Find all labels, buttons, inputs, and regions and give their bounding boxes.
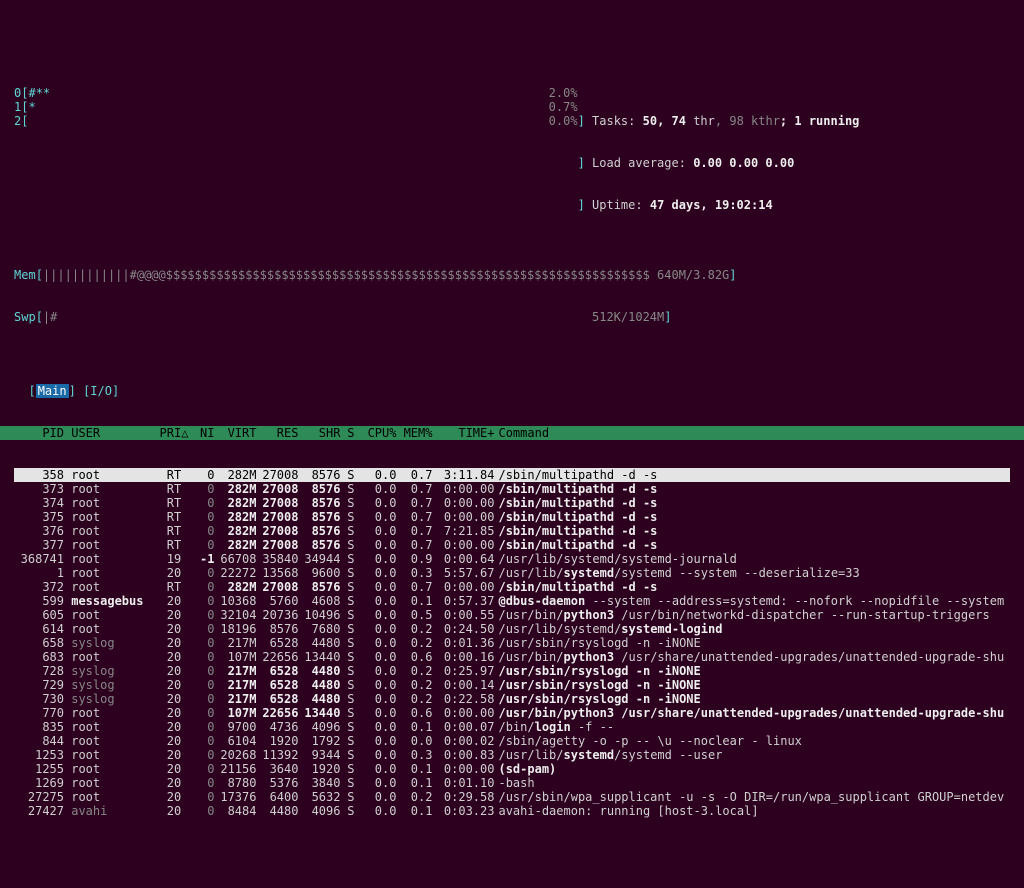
process-row[interactable]: 376 rootRT 0282M270088576S0.00.77:21.85/… xyxy=(14,524,1010,538)
mem-bar: Mem[||||||||||||#@@@@$$$$$$$$$$$$$$$$$$$… xyxy=(14,268,1010,282)
col-cpu[interactable]: CPU% xyxy=(354,426,396,440)
process-row[interactable]: 372 rootRT 0282M270088576S0.00.70:00.00/… xyxy=(14,580,1010,594)
process-row[interactable]: 1253 root20 020268113929344S0.00.30:00.8… xyxy=(14,748,1010,762)
process-row[interactable]: 728 syslog20 0217M65284480S0.00.20:25.97… xyxy=(14,664,1010,678)
process-row[interactable]: 373 rootRT 0282M270088576S0.00.70:00.00/… xyxy=(14,482,1010,496)
tasks-kthr: , 98 kthr xyxy=(715,114,780,128)
load-values: 0.00 0.00 0.00 xyxy=(693,156,794,170)
col-pri[interactable]: PRI xyxy=(151,426,181,440)
process-row[interactable]: 1 root20 022272135689600S0.00.35:57.67/u… xyxy=(14,566,1010,580)
uptime-label: Uptime: xyxy=(592,198,643,212)
process-row[interactable]: 658 syslog20 0217M65284480S0.00.20:01.36… xyxy=(14,636,1010,650)
col-mem[interactable]: MEM% xyxy=(396,426,432,440)
process-row[interactable]: 844 root20 0610419201792S0.00.00:00.02/s… xyxy=(14,734,1010,748)
load-label: Load average: xyxy=(592,156,686,170)
process-row[interactable]: 27275 root20 01737664005632S0.00.20:29.5… xyxy=(14,790,1010,804)
process-row[interactable]: 358 rootRT 0282M270088576S0.00.73:11.84/… xyxy=(14,468,1010,482)
process-row[interactable]: 27427 avahi20 0848444804096S0.00.10:03.2… xyxy=(14,804,1010,818)
sort-arrow-icon: △ xyxy=(181,426,188,440)
tasks-thr: 74 xyxy=(672,114,686,128)
header: 0[#** 2.0%1[* 0.7%2[ xyxy=(0,56,1024,338)
col-shr[interactable]: SHR xyxy=(298,426,340,440)
mem-text: 640M/3.82G xyxy=(657,268,729,282)
col-res[interactable]: RES xyxy=(256,426,298,440)
process-row[interactable]: 1269 root20 0878053763840S0.00.10:01.10-… xyxy=(14,776,1010,790)
process-row[interactable]: 375 rootRT 0282M270088576S0.00.70:00.00/… xyxy=(14,510,1010,524)
tab-io[interactable]: I/O xyxy=(90,384,112,398)
tasks-running: ; 1 running xyxy=(780,114,859,128)
process-row[interactable]: 730 syslog20 0217M65284480S0.00.20:22.58… xyxy=(14,692,1010,706)
column-headers[interactable]: PID USERPRI△NIVIRTRESSHRSCPU%MEM%TIME+Co… xyxy=(0,426,1024,440)
cpu-bar-2: 2[ 0.0% xyxy=(14,114,578,128)
process-row[interactable]: 729 syslog20 0217M65284480S0.00.20:00.14… xyxy=(14,678,1010,692)
process-row[interactable]: 683 root20 0107M2265613440S0.00.60:00.16… xyxy=(14,650,1010,664)
process-row[interactable]: 374 rootRT 0282M270088576S0.00.70:00.00/… xyxy=(14,496,1010,510)
col-s[interactable]: S xyxy=(340,426,354,440)
cpu-bar-1: 1[* 0.7% xyxy=(14,100,578,114)
tasks-total: 50 xyxy=(643,114,657,128)
process-row[interactable]: 835 root20 0970047364096S0.00.10:00.07/b… xyxy=(14,720,1010,734)
tab-main[interactable]: Main xyxy=(36,384,69,398)
col-time[interactable]: TIME+ xyxy=(432,426,494,440)
process-row[interactable]: 368741 root19 -1667083584034944S0.00.90:… xyxy=(14,552,1010,566)
cpu-bar-0: 0[#** 2.0% xyxy=(14,86,578,100)
swp-bar: Swp[|# 512K/1024M] xyxy=(14,310,1010,324)
col-pid[interactable]: PID xyxy=(14,426,64,440)
tasks-label: Tasks: xyxy=(592,114,635,128)
process-row[interactable]: 377 rootRT 0282M270088576S0.00.70:00.00/… xyxy=(14,538,1010,552)
uptime-value: 47 days, 19:02:14 xyxy=(650,198,773,212)
process-list[interactable]: 358 rootRT 0282M270088576S0.00.73:11.84/… xyxy=(0,468,1024,818)
col-user[interactable]: USER xyxy=(71,426,151,440)
process-row[interactable]: 1255 root20 02115636401920S0.00.10:00.00… xyxy=(14,762,1010,776)
swp-text: 512K/1024M xyxy=(592,310,664,324)
col-cmd[interactable]: Command xyxy=(494,426,549,440)
process-row[interactable]: 599 messagebus20 01036857604608S0.00.10:… xyxy=(14,594,1010,608)
col-virt[interactable]: VIRT xyxy=(214,426,256,440)
process-row[interactable]: 605 root20 0321042073610496S0.00.50:00.5… xyxy=(14,608,1010,622)
tabs: [Main] [I/O] xyxy=(0,366,1024,398)
process-row[interactable]: 614 root20 01819685767680S0.00.20:24.50/… xyxy=(14,622,1010,636)
process-row[interactable]: 770 root20 0107M2265613440S0.00.60:00.00… xyxy=(14,706,1010,720)
col-ni[interactable]: NI xyxy=(188,426,214,440)
